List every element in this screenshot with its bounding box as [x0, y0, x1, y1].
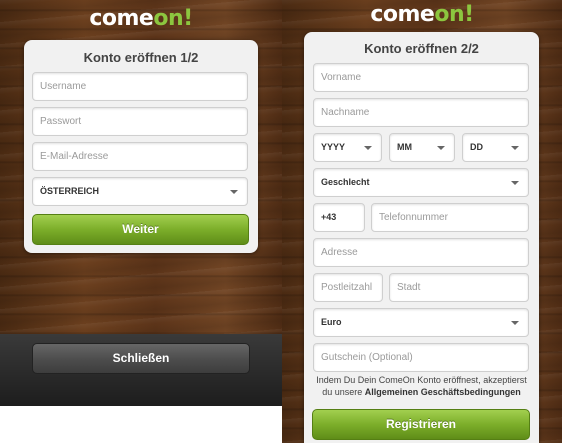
country-select[interactable]: ÖSTERREICH [32, 177, 248, 206]
register-button[interactable]: Registrieren [312, 409, 530, 440]
lastname-input[interactable]: Nachname [313, 98, 529, 127]
signup-step2-card: Konto eröffnen 2/2 Vorname Nachname YYYY… [304, 32, 539, 443]
terms-link[interactable]: Allgemeinen Geschäftsbedingungen [365, 387, 521, 397]
gender-select[interactable]: Geschlecht [313, 168, 529, 197]
step1-title: Konto eröffnen 1/2 [83, 50, 199, 65]
chevron-down-icon [511, 181, 519, 185]
next-button[interactable]: Weiter [32, 214, 249, 245]
close-button[interactable]: Schließen [32, 343, 250, 374]
phone-prefix-input[interactable]: +43 [313, 203, 365, 232]
signup-step1-card: Konto eröffnen 1/2 Username Passwort E-M… [24, 40, 258, 253]
terms-notice: Indem Du Dein ComeOn Konto eröffnest, ak… [312, 374, 531, 398]
voucher-input[interactable]: Gutschein (Optional) [313, 343, 529, 372]
currency-select[interactable]: Euro [313, 308, 529, 337]
comeon-logo: comeon! [89, 6, 193, 31]
chevron-down-icon [437, 146, 445, 150]
currency-value: Euro [321, 317, 342, 327]
chevron-down-icon [230, 190, 238, 194]
firstname-input[interactable]: Vorname [313, 63, 529, 92]
zip-input[interactable]: Postleitzahl [313, 273, 383, 302]
country-select-value: ÖSTERREICH [40, 186, 100, 196]
username-input[interactable]: Username [32, 72, 248, 101]
step2-title: Konto eröffnen 2/2 [364, 41, 479, 56]
birth-year-value: YYYY [321, 142, 346, 152]
signup-step1-screen: comeon! Konto eröffnen 1/2 Username Pass… [0, 0, 282, 406]
bottom-bar: Schließen [0, 334, 282, 406]
address-input[interactable]: Adresse [313, 238, 529, 267]
birth-day-select[interactable]: DD [462, 133, 529, 162]
phone-input[interactable]: Telefonnummer [371, 203, 529, 232]
gender-value: Geschlecht [321, 177, 370, 187]
comeon-logo: comeon! [370, 2, 474, 27]
birth-day-value: DD [470, 142, 483, 152]
chevron-down-icon [511, 146, 519, 150]
birth-month-value: MM [397, 142, 412, 152]
chevron-down-icon [511, 321, 519, 325]
chevron-down-icon [364, 146, 372, 150]
email-input[interactable]: E-Mail-Adresse [32, 142, 248, 171]
birth-month-select[interactable]: MM [389, 133, 455, 162]
city-input[interactable]: Stadt [389, 273, 529, 302]
birth-year-select[interactable]: YYYY [313, 133, 382, 162]
password-input[interactable]: Passwort [32, 107, 248, 136]
